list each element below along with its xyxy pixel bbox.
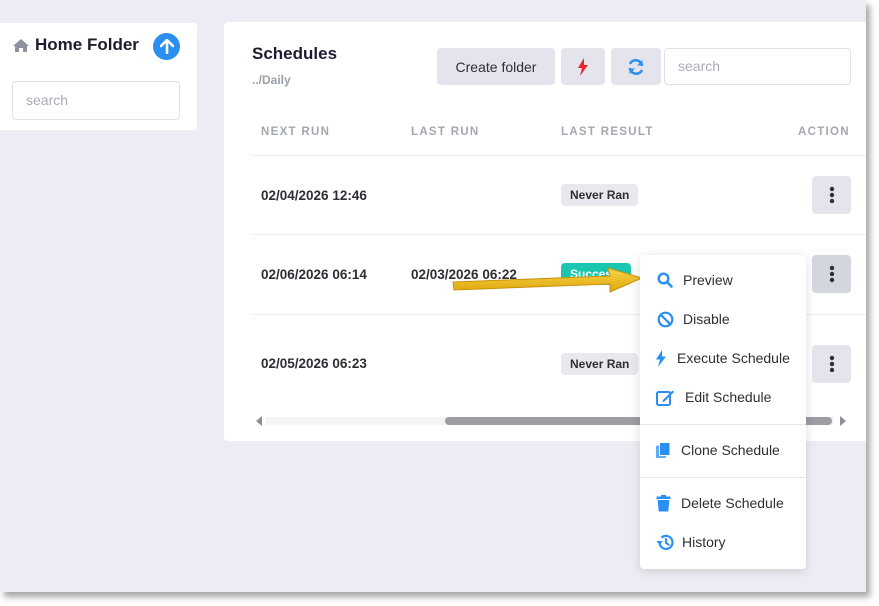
history-icon	[656, 534, 674, 550]
refresh-icon	[628, 58, 644, 75]
create-folder-button[interactable]: Create folder	[437, 48, 555, 85]
schedule-context-menu: Preview Disable Execute Schedule Edit Sc…	[640, 255, 806, 569]
folder-title: Home Folder	[12, 35, 139, 55]
copy-icon	[656, 441, 671, 458]
row-3-status-badge: Never Ran	[561, 353, 639, 375]
schedule-search-input[interactable]: search	[664, 48, 851, 85]
row-divider	[252, 155, 866, 156]
search-icon	[657, 272, 673, 288]
folder-up-button[interactable]	[153, 33, 180, 60]
column-header-action: ACTION	[798, 126, 850, 138]
execute-button[interactable]	[561, 48, 605, 85]
row-3-next-run: 02/05/2026 06:23	[261, 356, 367, 371]
column-header-last-run[interactable]: LAST RUN	[411, 126, 480, 138]
breadcrumb: ../Daily	[252, 73, 291, 87]
row-1-next-run: 02/04/2026 12:46	[261, 188, 367, 203]
refresh-button[interactable]	[611, 48, 661, 85]
more-vertical-icon	[829, 355, 834, 373]
menu-item-preview-label: Preview	[683, 272, 733, 288]
page-title: Schedules	[252, 44, 338, 63]
arrow-up-icon	[159, 39, 174, 54]
menu-item-disable[interactable]: Disable	[640, 301, 806, 337]
menu-item-edit-label: Edit Schedule	[685, 389, 772, 405]
more-vertical-icon	[829, 186, 834, 204]
menu-item-clone[interactable]: Clone Schedule	[640, 432, 806, 468]
column-header-last-result[interactable]: LAST RESULT	[561, 126, 654, 138]
folder-search-input[interactable]: search	[12, 81, 180, 120]
column-header-next-run[interactable]: NEXT RUN	[261, 126, 330, 138]
row-1-action-button[interactable]	[812, 176, 851, 214]
row-divider	[252, 234, 866, 235]
scroll-left-icon[interactable]	[256, 416, 262, 426]
row-2-next-run: 02/06/2026 06:14	[261, 267, 367, 282]
menu-item-history[interactable]: History	[640, 524, 806, 560]
menu-item-disable-label: Disable	[683, 311, 730, 327]
flash-icon	[578, 57, 588, 76]
menu-item-preview[interactable]: Preview	[640, 262, 806, 298]
menu-divider	[640, 477, 806, 478]
flash-icon	[656, 349, 666, 367]
annotation-arrow	[452, 267, 644, 293]
menu-item-clone-label: Clone Schedule	[681, 442, 780, 458]
menu-item-history-label: History	[682, 534, 726, 550]
ban-icon	[657, 311, 673, 327]
more-vertical-icon	[829, 265, 834, 283]
folder-panel: Home Folder search	[0, 23, 197, 130]
menu-item-delete-label: Delete Schedule	[681, 495, 784, 511]
menu-divider	[640, 424, 806, 425]
menu-item-execute[interactable]: Execute Schedule	[640, 340, 806, 376]
menu-item-edit[interactable]: Edit Schedule	[640, 379, 806, 415]
menu-item-delete[interactable]: Delete Schedule	[640, 485, 806, 521]
row-1-status-badge: Never Ran	[561, 184, 639, 206]
trash-icon	[656, 494, 670, 511]
app-screen: Home Folder search Schedules ../Daily Cr…	[0, 0, 866, 592]
row-2-action-button[interactable]	[812, 255, 851, 293]
scroll-right-icon[interactable]	[840, 416, 846, 426]
menu-item-execute-label: Execute Schedule	[677, 350, 790, 366]
folder-title-label: Home Folder	[35, 35, 139, 54]
edit-icon	[655, 390, 674, 406]
home-icon	[13, 38, 29, 52]
row-3-action-button[interactable]	[812, 345, 851, 383]
